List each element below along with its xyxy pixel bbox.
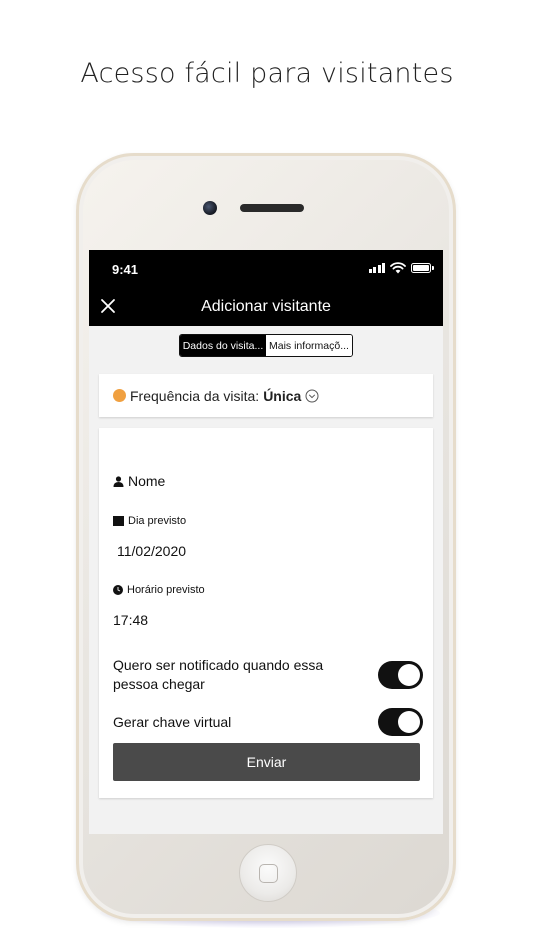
virtual-key-toggle[interactable] — [378, 708, 423, 736]
tab-more-info[interactable]: Mais informaçõ... — [266, 335, 352, 356]
signal-icon — [368, 263, 385, 273]
headline: Acesso fácil para visitantes — [80, 58, 454, 89]
frequency-value: Única — [263, 387, 302, 404]
virtual-key-label: Gerar chave virtual — [113, 713, 232, 730]
person-icon — [113, 475, 124, 487]
clock-icon — [113, 585, 123, 595]
page-title: Adicionar visitante — [201, 298, 331, 315]
home-button[interactable] — [239, 844, 297, 902]
time-label: Horário previsto — [127, 584, 205, 596]
app-screen: 9:41 Adicionar visitante Dados do visita… — [89, 250, 443, 834]
name-label: Nome — [128, 473, 166, 489]
wifi-icon — [390, 262, 406, 274]
date-field-label: Dia previsto — [113, 515, 186, 527]
battery-icon — [411, 263, 434, 273]
status-time: 9:41 — [112, 262, 139, 277]
tab-visitor-data[interactable]: Dados do visita... — [180, 335, 266, 356]
date-label: Dia previsto — [128, 515, 187, 527]
frequency-status-icon — [113, 389, 126, 402]
virtual-key-row: Gerar chave virtual — [113, 708, 423, 736]
frequency-separator: : — [255, 387, 260, 404]
notify-label: Quero ser notificado quando essa pessoa … — [113, 657, 324, 692]
time-field-label: Horário previsto — [113, 584, 205, 596]
send-button[interactable]: Enviar — [113, 743, 420, 781]
navigation-bar: Adicionar visitante — [89, 288, 443, 326]
status-bar: 9:41 — [89, 250, 443, 288]
earpiece-speaker — [240, 204, 304, 212]
front-camera — [203, 201, 217, 215]
home-square-icon — [259, 864, 278, 883]
notify-toggle[interactable] — [378, 661, 423, 689]
tab-segmented-control: Dados do visita... Mais informaçõ... — [179, 334, 353, 357]
frequency-selector[interactable]: Frequência da visita : Única — [99, 374, 433, 417]
name-field[interactable]: Nome — [113, 473, 165, 489]
calendar-icon — [113, 516, 124, 526]
date-input[interactable]: 11/02/2020 — [117, 543, 186, 559]
visitor-form: Nome Dia previsto 11/02/2020 Horário pre… — [99, 428, 433, 798]
status-icons — [368, 262, 434, 274]
time-input[interactable]: 17:48 — [113, 612, 148, 628]
chevron-down-circle-icon — [305, 389, 319, 402]
notify-row: Quero ser notificado quando essa pessoa … — [113, 655, 423, 695]
frequency-label: Frequência da visita — [130, 387, 256, 404]
